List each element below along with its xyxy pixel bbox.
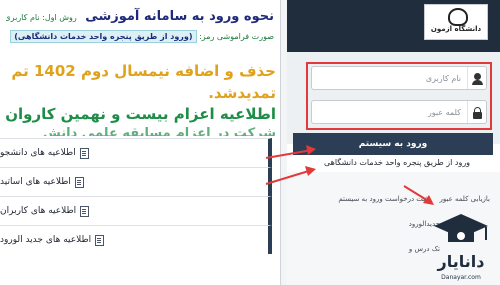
- menu-item-label: اطلاعیه های جدید الورود: [0, 235, 92, 245]
- login-guide-heading: نحوه ورود به سامانه آموزشی: [85, 9, 274, 24]
- forgot-password-link[interactable]: بازیابی کلمه عبور: [439, 195, 490, 203]
- menu-item-label: اطلاعیه های دانشجو: [0, 148, 76, 158]
- subtitle-highlight: (ورود از طریق پنجره واحد خدمات دانشگاهی): [10, 30, 197, 43]
- username-field[interactable]: نام کاربری: [311, 66, 487, 90]
- watermark-logo: دانایار Danayar.com: [426, 208, 496, 282]
- watermark-brand: دانایار: [437, 252, 485, 271]
- username-placeholder: نام کاربری: [425, 73, 461, 83]
- graduation-cap-icon: [434, 214, 488, 242]
- red-arrow-icon: [265, 166, 316, 185]
- portal-login-link[interactable]: ورود از طریق پنجره واحد خدمات دانشگاهی: [300, 158, 494, 167]
- login-guide-subtitle: صورت فراموشی رمز: (ورود از طریق پنجره وا…: [6, 28, 274, 46]
- logo-text: دانشگاه ازمون: [430, 25, 482, 33]
- lock-icon: [467, 101, 486, 123]
- announcement-menu: اطلاعیه های دانشجو اطلاعیه های اساتید اط…: [0, 138, 272, 254]
- document-icon: [80, 205, 90, 217]
- menu-item-student-notices[interactable]: اطلاعیه های دانشجو: [0, 138, 272, 167]
- red-arrow-icon: [403, 185, 434, 205]
- document-icon: [74, 176, 84, 188]
- password-placeholder: کلمه عبور: [427, 107, 461, 117]
- login-button[interactable]: ورود به سیستم: [293, 133, 493, 155]
- watermark-site: Danayar.com: [441, 274, 481, 281]
- document-icon: [95, 234, 105, 246]
- menu-item-professor-notices[interactable]: اطلاعیه های اساتید: [0, 167, 272, 196]
- menu-item-label: اطلاعیه های اساتید: [0, 177, 71, 187]
- subtitle-label: صورت فراموشی رمز:: [199, 32, 274, 41]
- password-field[interactable]: کلمه عبور: [311, 100, 487, 124]
- news-headline-caravan[interactable]: اطلاعیه اعزام بیست و نهمین کاروان: [6, 104, 276, 124]
- news-headline-cut-off[interactable]: شرکت در اعزام مسابقه علمی دانش: [6, 124, 276, 136]
- emblem-icon: [448, 8, 468, 26]
- menu-item-label: اطلاعیه های کاربران: [0, 206, 77, 216]
- login-guide-title: نحوه ورود به سامانه آموزشی روش اول: نام …: [6, 6, 274, 28]
- login-guide-hint: روش اول: نام کاربری (شم: [6, 13, 77, 22]
- news-headline-add-drop[interactable]: حذف و اضافه نیمسال دوم 1402 تم تمدیدشد.: [6, 60, 276, 104]
- user-icon: [467, 67, 486, 89]
- university-logo: دانشگاه ازمون: [424, 4, 488, 40]
- document-icon: [79, 147, 89, 159]
- menu-item-freshman-notices[interactable]: اطلاعیه های جدید الورود: [0, 225, 272, 254]
- menu-item-user-notices[interactable]: اطلاعیه های کاربران: [0, 196, 272, 225]
- login-options-row: بازیابی کلمه عبور ثبت درخواست ورود به سی…: [290, 195, 490, 203]
